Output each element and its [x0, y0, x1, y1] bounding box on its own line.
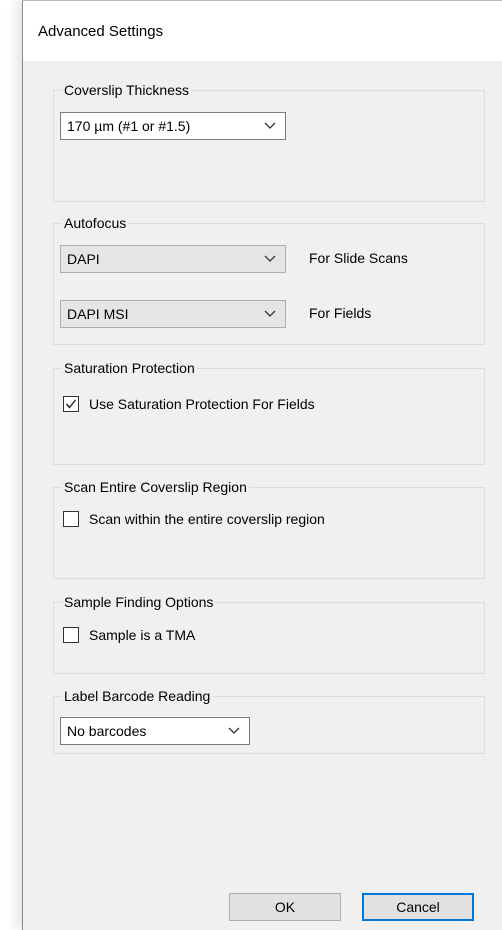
- scan-entire-coverslip-legend: Scan Entire Coverslip Region: [62, 478, 249, 496]
- advanced-settings-dialog: Advanced Settings Coverslip Thickness 17…: [22, 0, 502, 930]
- scan-entire-coverslip-checkbox-label: Scan within the entire coverslip region: [89, 511, 325, 527]
- label-barcode-dropdown[interactable]: No barcodes: [60, 717, 250, 745]
- label-barcode-reading-group: Label Barcode Reading No barcodes: [53, 687, 485, 754]
- saturation-protection-checkbox-label: Use Saturation Protection For Fields: [89, 396, 315, 412]
- window-title: Advanced Settings: [38, 23, 164, 40]
- autofocus-fields-value: DAPI MSI: [67, 306, 129, 322]
- saturation-protection-legend: Saturation Protection: [62, 359, 197, 377]
- autofocus-slide-scans-value: DAPI: [67, 251, 100, 267]
- coverslip-thickness-dropdown[interactable]: 170 µm (#1 or #1.5): [60, 112, 286, 140]
- autofocus-fields-dropdown[interactable]: DAPI MSI: [60, 300, 286, 328]
- chevron-down-icon: [264, 122, 276, 129]
- chevron-down-icon: [264, 310, 276, 317]
- autofocus-slide-scans-dropdown[interactable]: DAPI: [60, 245, 286, 273]
- sample-is-tma-checkbox-label: Sample is a TMA: [89, 627, 196, 643]
- coverslip-thickness-legend: Coverslip Thickness: [62, 81, 192, 99]
- chevron-down-icon: [264, 255, 276, 262]
- sample-is-tma-checkbox[interactable]: [63, 627, 79, 643]
- coverslip-thickness-group: Coverslip Thickness 170 µm (#1 or #1.5): [53, 81, 485, 202]
- autofocus-group: Autofocus DAPI For Slide Scans DAPI MSI …: [53, 214, 485, 345]
- saturation-protection-group: Saturation Protection Use Saturation Pro…: [53, 359, 485, 465]
- ok-button[interactable]: OK: [229, 893, 341, 921]
- checkmark-icon: [65, 399, 77, 409]
- label-barcode-reading-legend: Label Barcode Reading: [62, 687, 213, 705]
- scan-entire-coverslip-checkbox[interactable]: [63, 511, 79, 527]
- sample-finding-options-group: Sample Finding Options Sample is a TMA: [53, 593, 485, 674]
- chevron-down-icon: [228, 727, 240, 734]
- autofocus-legend: Autofocus: [62, 214, 129, 232]
- for-slide-scans-label: For Slide Scans: [309, 250, 408, 266]
- cancel-button[interactable]: Cancel: [362, 893, 474, 921]
- saturation-protection-checkbox[interactable]: [63, 396, 79, 412]
- sample-finding-options-legend: Sample Finding Options: [62, 593, 216, 611]
- scan-entire-coverslip-group: Scan Entire Coverslip Region Scan within…: [53, 478, 485, 579]
- title-bar: Advanced Settings: [23, 1, 502, 61]
- label-barcode-value: No barcodes: [67, 723, 147, 739]
- coverslip-thickness-value: 170 µm (#1 or #1.5): [67, 118, 191, 134]
- for-fields-label: For Fields: [309, 305, 372, 321]
